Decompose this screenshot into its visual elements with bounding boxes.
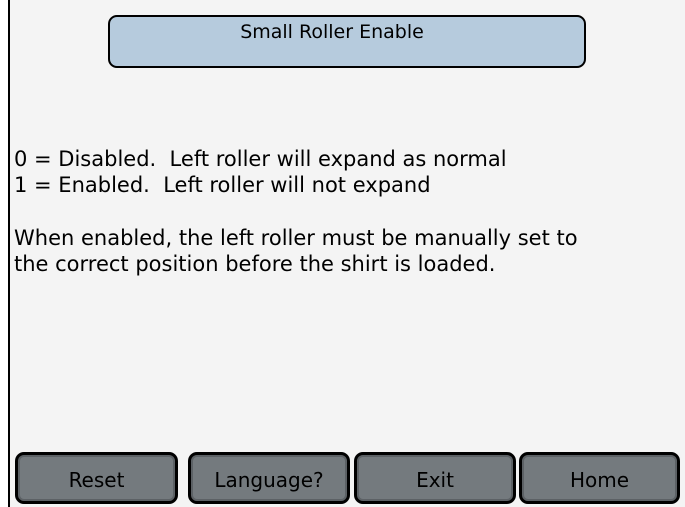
enabled-note: When enabled, the left roller must be ma… bbox=[14, 225, 578, 277]
option-enabled-text: 1 = Enabled. Left roller will not expand bbox=[14, 173, 431, 197]
option-description: 0 = Disabled. Left roller will expand as… bbox=[14, 146, 507, 198]
home-button[interactable]: Home bbox=[519, 452, 680, 504]
reset-button[interactable]: Reset bbox=[15, 452, 178, 504]
screen-panel: Small Roller Enable 0 = Disabled. Left r… bbox=[8, 0, 685, 507]
title-box: Small Roller Enable bbox=[108, 15, 586, 68]
exit-button[interactable]: Exit bbox=[354, 452, 516, 504]
language-button[interactable]: Language? bbox=[188, 452, 350, 504]
option-disabled-text: 0 = Disabled. Left roller will expand as… bbox=[14, 147, 507, 171]
note-line-2: the correct position before the shirt is… bbox=[14, 252, 496, 276]
note-line-1: When enabled, the left roller must be ma… bbox=[14, 226, 578, 250]
page-title: Small Roller Enable bbox=[240, 21, 424, 43]
